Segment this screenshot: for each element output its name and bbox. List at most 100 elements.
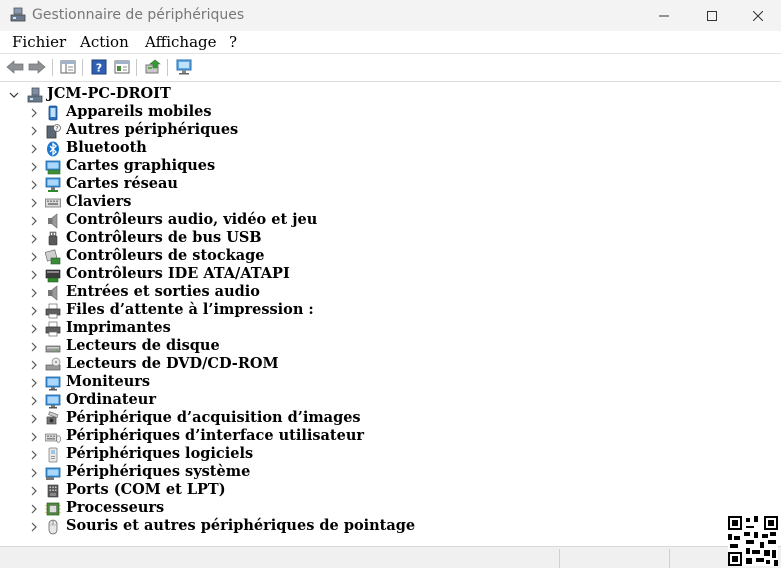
menu-affichage[interactable]: Affichage <box>145 33 217 51</box>
scan-hardware-button[interactable] <box>174 57 194 77</box>
tree-item[interactable]: Périphérique d’acquisition d’images <box>0 409 600 428</box>
chevron-right-icon[interactable] <box>29 450 39 460</box>
tree-item-label: Entrées et sorties audio <box>66 283 260 300</box>
tree-item[interactable]: Ordinateur <box>0 391 600 410</box>
help-button[interactable]: ? <box>89 57 109 77</box>
chevron-right-icon[interactable] <box>29 180 39 190</box>
svg-text:?: ? <box>55 126 58 133</box>
tree-item[interactable]: Entrées et sorties audio <box>0 283 600 302</box>
chevron-right-icon[interactable] <box>29 396 39 406</box>
tree-item[interactable]: Claviers <box>0 193 600 212</box>
printer-icon <box>45 303 61 319</box>
mouse-icon <box>48 519 58 535</box>
software-device-icon <box>48 447 58 463</box>
tree-root-label: JCM-PC-DROIT <box>47 85 171 102</box>
status-bar-divider <box>559 549 560 568</box>
tree-item[interactable]: Appareils mobiles <box>0 103 600 122</box>
chevron-right-icon[interactable] <box>29 324 39 334</box>
tree-item[interactable]: Périphériques logiciels <box>0 445 600 464</box>
chevron-right-icon[interactable] <box>29 234 39 244</box>
bluetooth-icon <box>47 141 59 157</box>
chevron-right-icon[interactable] <box>29 360 39 370</box>
chevron-down-icon[interactable] <box>9 90 19 100</box>
minimize-icon <box>659 15 669 16</box>
tree-item[interactable]: Processeurs <box>0 499 600 518</box>
tree-root[interactable]: JCM-PC-DROIT <box>0 85 600 104</box>
minimize-button[interactable] <box>641 0 687 31</box>
chevron-right-icon[interactable] <box>29 504 39 514</box>
tree-item[interactable]: Imprimantes <box>0 319 600 338</box>
tree-item[interactable]: Bluetooth <box>0 139 600 158</box>
tree-item-label: Périphériques d’interface utilisateur <box>66 427 365 444</box>
tree-item[interactable]: Files d’attente à l’impression : <box>0 301 600 320</box>
tree-item[interactable]: Contrôleurs de bus USB <box>0 229 600 248</box>
maximize-icon <box>707 10 717 21</box>
maximize-button[interactable] <box>689 0 735 31</box>
toolbar-separator <box>82 59 83 76</box>
arrow-right-icon <box>28 60 46 74</box>
back-button[interactable] <box>5 57 25 77</box>
close-icon <box>753 10 763 21</box>
tree-item[interactable]: ? Autres périphériques <box>0 121 600 140</box>
tree-item-label: Contrôleurs de stockage <box>66 247 265 264</box>
tree-item[interactable]: Cartes graphiques <box>0 157 600 176</box>
tree-item[interactable]: Cartes réseau <box>0 175 600 194</box>
chevron-right-icon[interactable] <box>29 522 39 532</box>
properties-button[interactable] <box>112 57 132 77</box>
tree-item[interactable]: Périphériques système <box>0 463 600 482</box>
tree-item-label: Autres périphériques <box>66 121 239 138</box>
hid-icon <box>45 433 61 443</box>
tree-item[interactable]: Moniteurs <box>0 373 600 392</box>
menu-fichier[interactable]: Fichier <box>12 33 66 51</box>
status-bar-divider <box>669 549 670 568</box>
tree-item-label: Bluetooth <box>66 139 147 156</box>
tree-item[interactable]: Souris et autres périphériques de pointa… <box>0 517 600 536</box>
show-hide-console-tree-button[interactable] <box>58 57 78 77</box>
toolbar: ? <box>0 54 781 81</box>
tree-item[interactable]: Contrôleurs IDE ATA/ATAPI <box>0 265 600 284</box>
chevron-right-icon[interactable] <box>29 414 39 424</box>
network-adapter-icon <box>45 177 61 192</box>
chevron-right-icon[interactable] <box>29 198 39 208</box>
tree-item-label: Moniteurs <box>66 373 151 390</box>
menu-action[interactable]: Action <box>80 33 129 51</box>
scan-hardware-icon <box>176 59 192 75</box>
dvd-drive-icon <box>45 357 61 371</box>
tree-item[interactable]: Périphériques d’interface utilisateur <box>0 427 600 446</box>
tree-item[interactable]: Contrôleurs de stockage <box>0 247 600 266</box>
chevron-right-icon[interactable] <box>29 378 39 388</box>
chevron-right-icon[interactable] <box>29 252 39 262</box>
chevron-right-icon[interactable] <box>29 342 39 352</box>
tree-item-label: Ports (COM et LPT) <box>66 481 226 498</box>
qr-code-icon <box>728 516 778 566</box>
mobile-device-icon <box>48 105 58 121</box>
forward-button[interactable] <box>27 57 47 77</box>
usb-icon <box>48 231 58 246</box>
update-driver-button[interactable] <box>143 57 163 77</box>
tree-item[interactable]: Contrôleurs audio, vidéo et jeu <box>0 211 600 230</box>
menu-help[interactable]: ? <box>229 33 237 51</box>
tree-item-label: Souris et autres périphériques de pointa… <box>66 517 416 534</box>
chevron-right-icon[interactable] <box>29 126 39 136</box>
tree-item[interactable]: Lecteurs de disque <box>0 337 600 356</box>
tree-item-label: Lecteurs de DVD/CD-ROM <box>66 355 279 372</box>
chevron-right-icon[interactable] <box>29 270 39 280</box>
chevron-right-icon[interactable] <box>29 216 39 226</box>
tree-item-label: Claviers <box>66 193 132 210</box>
tree-item-label: Périphérique d’acquisition d’images <box>66 409 361 426</box>
tree-item[interactable]: Lecteurs de DVD/CD-ROM <box>0 355 600 374</box>
storage-controller-icon <box>45 249 61 265</box>
tree-item-label: Cartes réseau <box>66 175 178 192</box>
chevron-right-icon[interactable] <box>29 144 39 154</box>
chevron-right-icon[interactable] <box>29 468 39 478</box>
tree-item-label: Périphériques logiciels <box>66 445 254 462</box>
chevron-right-icon[interactable] <box>29 288 39 298</box>
chevron-right-icon[interactable] <box>29 162 39 172</box>
chevron-right-icon[interactable] <box>29 306 39 316</box>
tree-item[interactable]: Ports (COM et LPT) <box>0 481 600 500</box>
chevron-right-icon[interactable] <box>29 432 39 442</box>
chevron-right-icon[interactable] <box>29 108 39 118</box>
close-button[interactable] <box>735 0 781 31</box>
monitor-icon <box>45 376 61 391</box>
chevron-right-icon[interactable] <box>29 486 39 496</box>
